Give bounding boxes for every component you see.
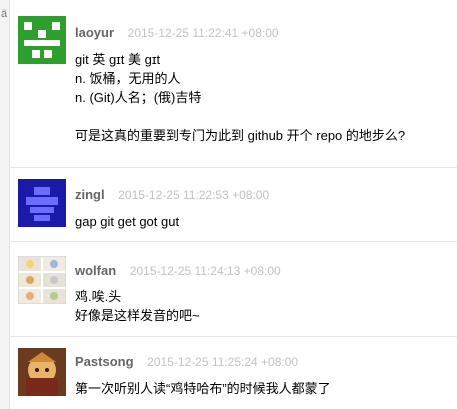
blue-pixel-avatar-icon xyxy=(18,179,66,227)
reply-content: git 英 gɪt 美 gɪt n. 饭桶，无用的人 n. (Git)人名；(俄… xyxy=(75,50,451,145)
timestamp: 2015-12-25 11:24:13 +08:00 xyxy=(129,264,281,278)
reply-meta: zingl 2015-12-25 11:22:53 +08:00 xyxy=(75,187,269,203)
avatar[interactable] xyxy=(18,179,66,227)
username-link[interactable]: Pastsong xyxy=(75,354,134,369)
reply-content: 鸡.唉.头 好像是这样发音的吧~ xyxy=(75,287,451,325)
reply-meta: wolfan 2015-12-25 11:24:13 +08:00 xyxy=(75,263,281,279)
content-line: 好像是这样发音的吧~ xyxy=(75,308,200,323)
username-link[interactable]: wolfan xyxy=(75,263,116,278)
strip-glyph: ä xyxy=(1,8,8,20)
timestamp: 2015-12-25 11:22:41 +08:00 xyxy=(127,26,279,40)
username-link[interactable]: zingl xyxy=(75,187,105,202)
anime-character-avatar-icon xyxy=(18,348,66,396)
reply-content: 第一次听别人读“鸡特哈布”的时候我人都蒙了 xyxy=(75,379,451,398)
timestamp: 2015-12-25 11:22:53 +08:00 xyxy=(118,188,270,202)
reply-item: wolfan 2015-12-25 11:24:13 +08:00 鸡.唉.头 … xyxy=(9,242,457,337)
green-pixel-avatar-icon xyxy=(18,16,66,64)
content-line: gap git get got gut xyxy=(75,214,180,229)
reply-item: laoyur 2015-12-25 11:22:41 +08:00 git 英 … xyxy=(9,0,457,168)
content-line: 鸡.唉.头 xyxy=(75,289,122,304)
timestamp: 2015-12-25 11:25:24 +08:00 xyxy=(147,355,299,369)
content-line: n. 饭桶，无用的人 xyxy=(75,71,181,86)
content-line: 第一次听别人读“鸡特哈布”的时候我人都蒙了 xyxy=(75,381,331,396)
content-line: git 英 gɪt 美 gɪt xyxy=(75,52,161,67)
username-link[interactable]: laoyur xyxy=(75,25,114,40)
avatar[interactable] xyxy=(18,348,66,396)
content-line: n. (Git)人名；(俄)吉特 xyxy=(75,90,202,105)
avatar[interactable] xyxy=(18,16,66,64)
reply-content: gap git get got gut xyxy=(75,212,451,231)
reply-item: Pastsong 2015-12-25 11:25:24 +08:00 第一次听… xyxy=(9,337,457,409)
reply-meta: laoyur 2015-12-25 11:22:41 +08:00 xyxy=(75,25,279,41)
cat-panels-avatar-icon xyxy=(18,256,66,304)
reply-meta: Pastsong 2015-12-25 11:25:24 +08:00 xyxy=(75,354,298,370)
reply-list: ä laoyur 2015-12-25 11:22:41 +08:00 git … xyxy=(0,0,457,409)
reply-item: zingl 2015-12-25 11:22:53 +08:00 gap git… xyxy=(9,168,457,242)
avatar[interactable] xyxy=(18,256,66,304)
content-line: 可是这真的重要到专门为此到 github 开个 repo 的地步么? xyxy=(75,128,406,143)
